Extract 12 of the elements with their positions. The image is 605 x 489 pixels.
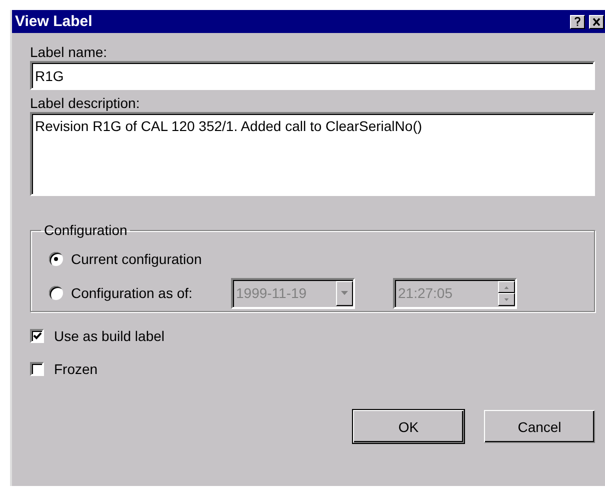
option-label[interactable]: Configuration as of: [71,285,223,301]
field-label: Label name: [30,43,108,61]
label-description-field[interactable]: Revision R1G of CAL 120 352/1. Added call to ClearSerialNo() [30,112,595,196]
group-title: Configuration [43,222,128,238]
field-label: Label description: [30,94,141,112]
window-title: View Label [15,13,94,30]
option-label[interactable]: Current configuration [71,251,223,267]
dialog-button[interactable]: OK [353,410,464,443]
checkbox-label[interactable]: Frozen [54,361,98,377]
label-name-field[interactable]: R1G [30,61,595,90]
dialog-button[interactable]: Cancel [484,410,595,443]
checkbox-label[interactable]: Use as build label [54,328,165,344]
